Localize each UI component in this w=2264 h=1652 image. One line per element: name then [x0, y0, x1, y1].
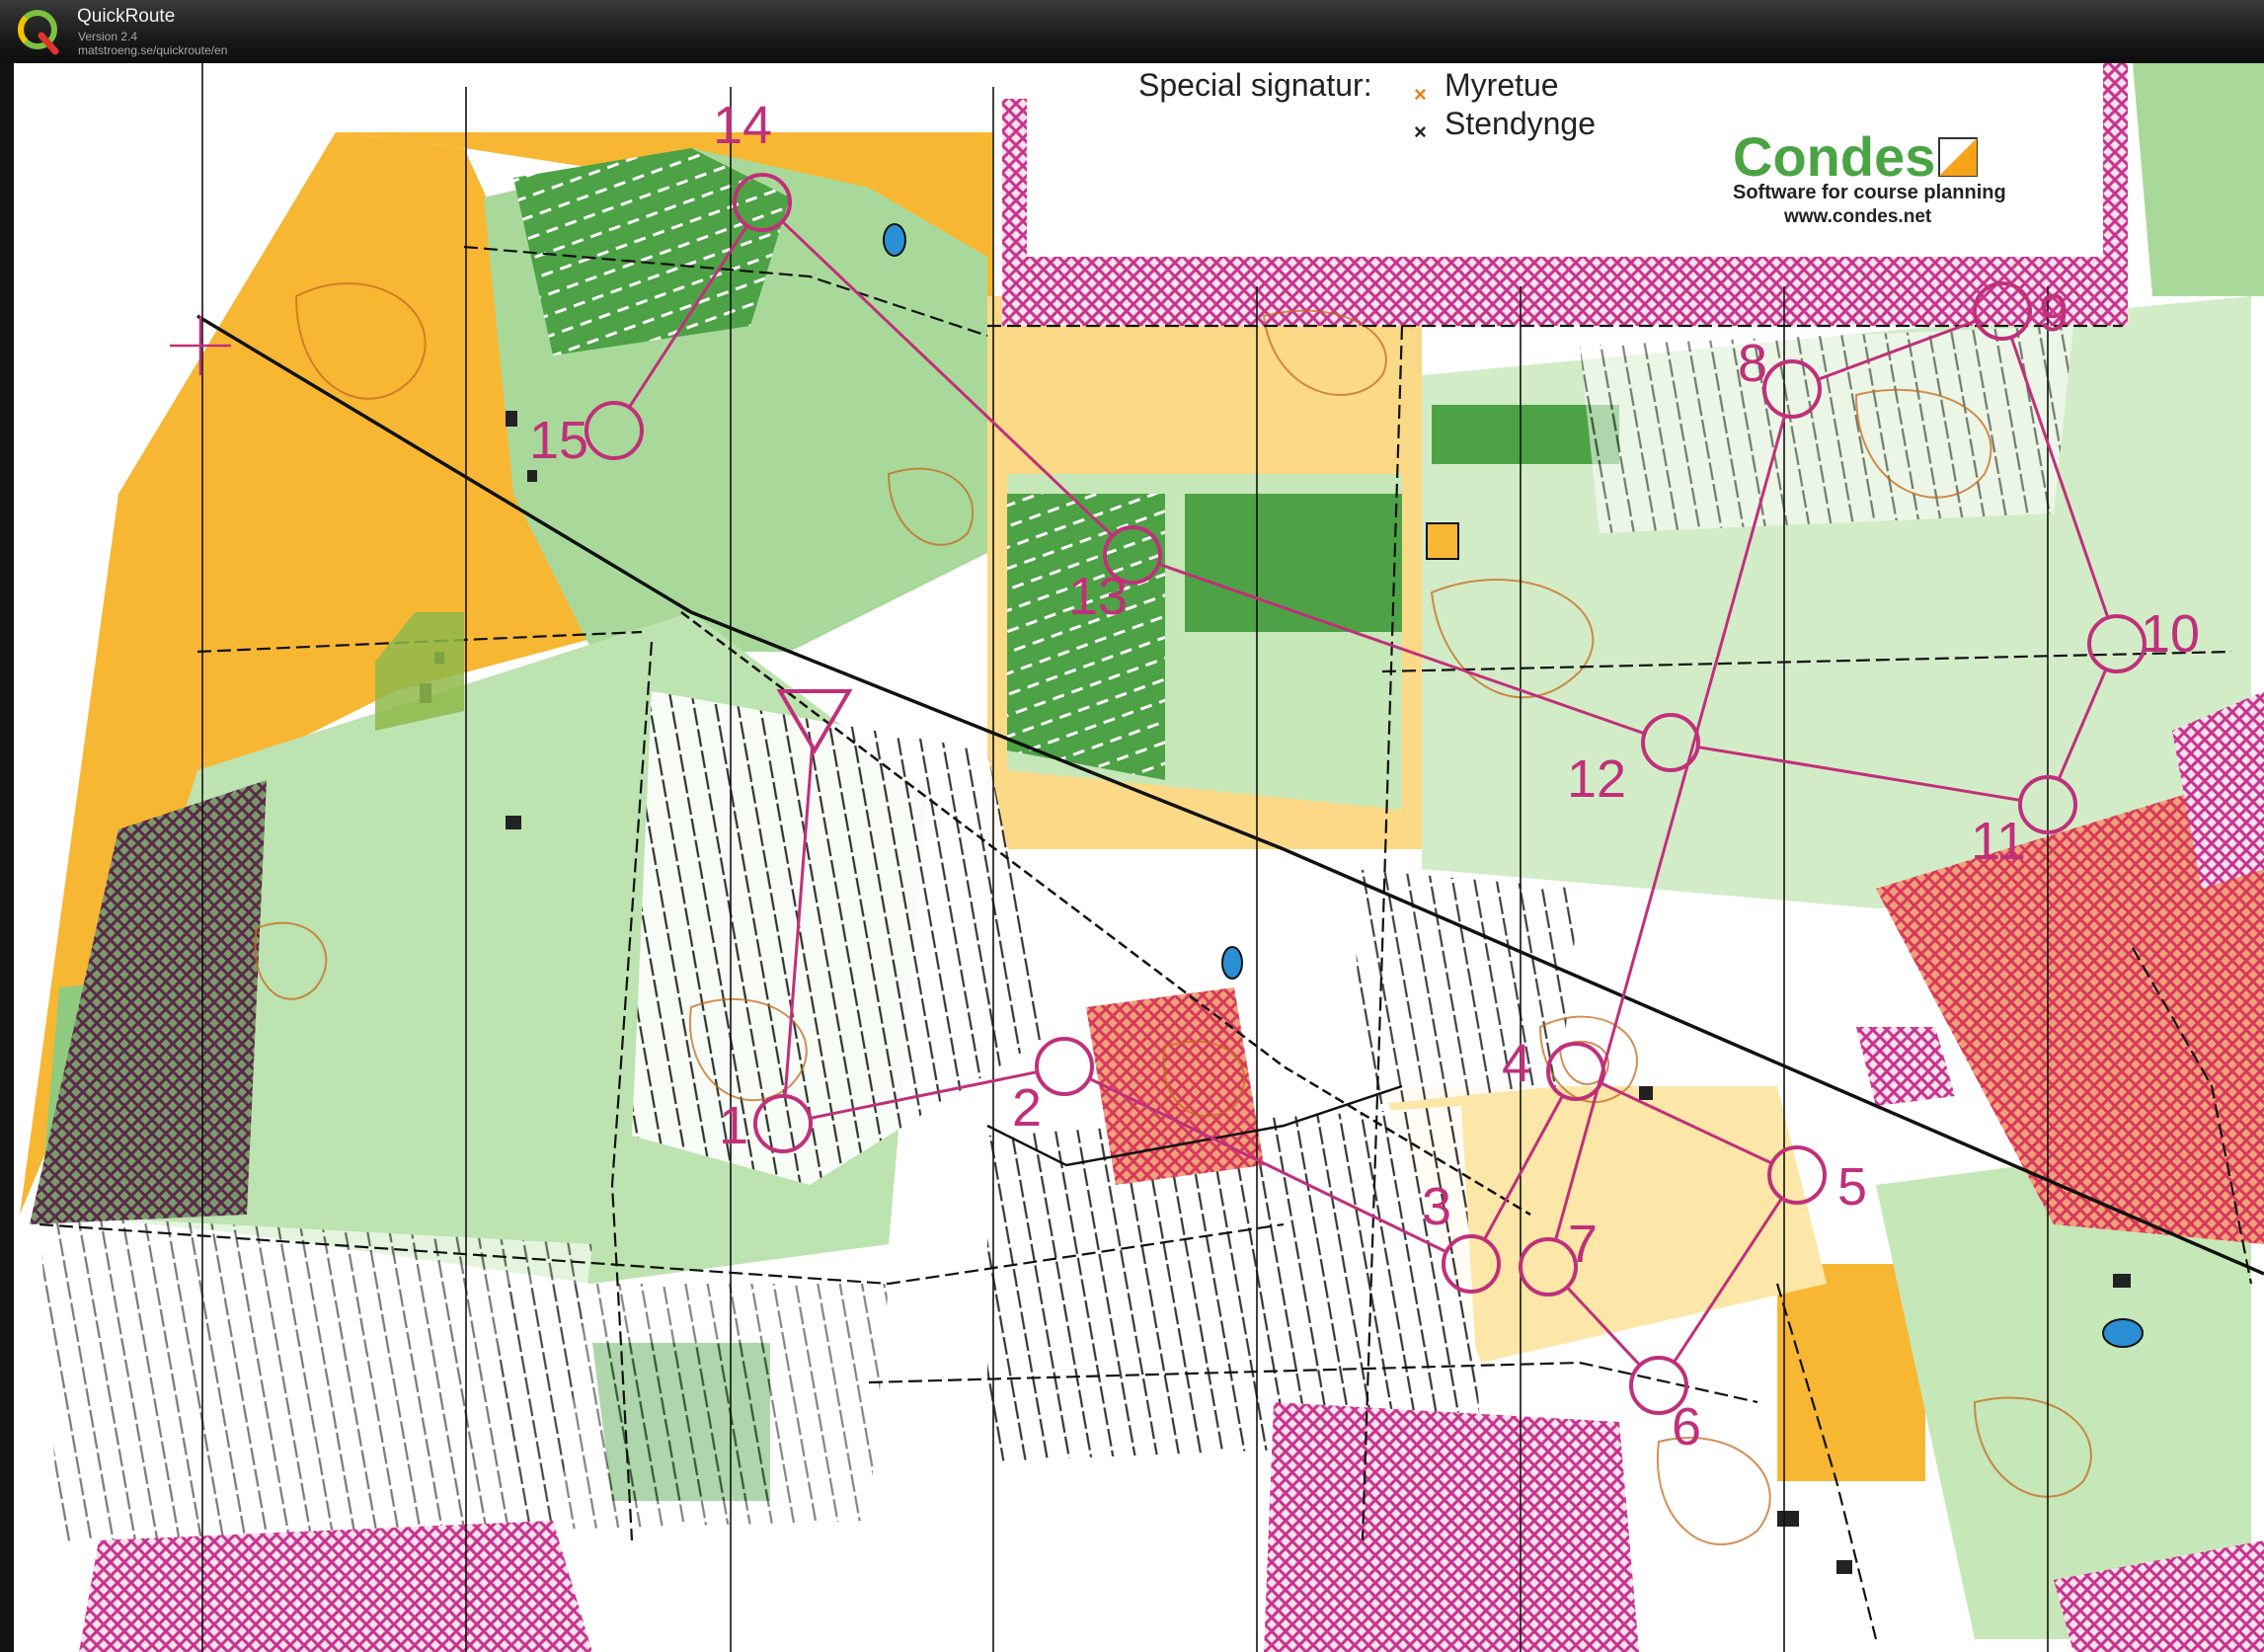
app-url[interactable]: matstroeng.se/quickroute/en	[78, 43, 227, 57]
title-bar: QuickRoute Version 2.4 matstroeng.se/qui…	[0, 0, 2264, 63]
control-number-8: 8	[1738, 334, 1767, 393]
control-number-13: 13	[1068, 567, 1128, 626]
control-number-4: 4	[1502, 1034, 1531, 1093]
brand-name: Condes	[1733, 125, 1935, 188]
control-number-7: 7	[1568, 1215, 1598, 1274]
legend-heading: Special signatur:	[1138, 67, 1372, 103]
control-number-15: 15	[529, 411, 588, 470]
control-number-10: 10	[2141, 604, 2200, 664]
control-number-2: 2	[1012, 1078, 1042, 1138]
condes-logo-icon	[1938, 137, 1978, 177]
brand-url: www.condes.net	[1783, 206, 1932, 227]
app-version: Version 2.4	[78, 30, 138, 43]
control-number-11: 11	[1971, 812, 2026, 871]
control-number-12: 12	[1567, 749, 1626, 809]
orienteering-map[interactable]: Special signatur: × Myretue × Stendynge …	[0, 63, 2264, 1652]
control-number-14: 14	[713, 96, 772, 155]
legend-symbol-stendynge: ×	[1414, 119, 1427, 144]
control-number-1: 1	[719, 1096, 748, 1155]
legend-label-stendynge: Stendynge	[1444, 106, 1596, 141]
brand-tagline: Software for course planning	[1733, 182, 2006, 203]
control-number-3: 3	[1422, 1177, 1451, 1236]
map-canvas[interactable]: Special signatur: × Myretue × Stendynge …	[0, 63, 2264, 1652]
control-number-5: 5	[1837, 1157, 1867, 1217]
control-number-6: 6	[1672, 1397, 1701, 1456]
legend-label-myretue: Myretue	[1444, 67, 1559, 103]
quickroute-q-logo-icon	[18, 10, 59, 55]
app-title: QuickRoute	[77, 6, 176, 27]
legend-symbol-myretue: ×	[1414, 82, 1427, 107]
control-number-9: 9	[2039, 283, 2069, 343]
